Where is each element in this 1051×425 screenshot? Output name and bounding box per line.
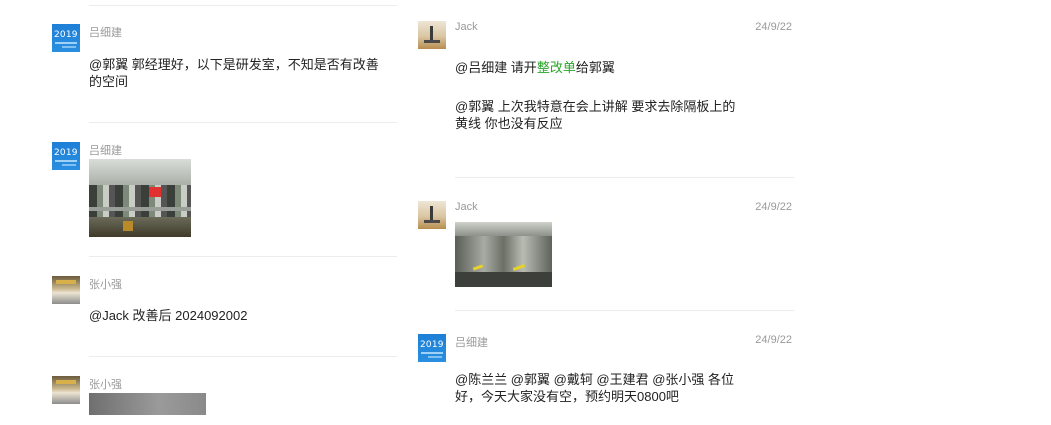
avatar-year-label: 2019 <box>420 340 444 350</box>
author-name[interactable]: 吕细建 <box>89 142 122 158</box>
author-name[interactable]: Jack <box>455 21 478 33</box>
lab-photo[interactable] <box>89 159 191 237</box>
avatar[interactable]: 2019 <box>418 334 446 362</box>
avatar[interactable] <box>418 201 446 229</box>
message-date: 24/9/22 <box>755 21 792 33</box>
message-item: 2019 吕细建 <box>52 142 400 242</box>
message-item: Jack 24/9/22 @吕细建 请开整改单给郭翼 @郭翼 上次我特意在会上讲… <box>418 21 794 151</box>
message-separator <box>455 310 794 311</box>
message-text: @吕细建 请开整改单给郭翼 <box>455 60 615 75</box>
machine-photo[interactable] <box>455 222 552 287</box>
message-date: 24/9/22 <box>755 201 792 213</box>
author-name[interactable]: 张小强 <box>89 376 122 392</box>
author-name[interactable]: 吕细建 <box>455 334 488 350</box>
message-item: 张小强 @Jack 改善后 2024092002 <box>52 276 400 326</box>
message-text: @陈兰兰 @郭翼 @戴轲 @王建君 @张小强 各位好，今天大家没有空，预约明天0… <box>455 372 735 404</box>
message-date: 24/9/22 <box>755 334 792 346</box>
avatar[interactable]: 2019 <box>52 24 80 52</box>
message-item: 2019 吕细建 24/9/22 @陈兰兰 @郭翼 @戴轲 @王建君 @张小强 … <box>418 334 794 425</box>
message-item: Jack 24/9/22 <box>418 201 794 291</box>
message-separator <box>89 122 397 123</box>
message-item: 2019 吕细建 @郭翼 郭经理好，以下是研发室，不知是否有改善的空间 <box>52 24 400 114</box>
message-separator <box>89 5 397 6</box>
avatar[interactable]: 2019 <box>52 142 80 170</box>
message-text: @郭翼 上次我特意在会上讲解 要求去除隔板上的黄线 你也没有反应 <box>455 99 736 131</box>
message-separator <box>89 356 397 357</box>
message-text: @Jack 改善后 2024092002 <box>89 308 248 323</box>
author-name[interactable]: 吕细建 <box>89 24 122 40</box>
message-separator <box>455 177 794 178</box>
avatar-year-label: 2019 <box>54 30 78 40</box>
author-name[interactable]: 张小强 <box>89 276 122 292</box>
avatar[interactable] <box>52 276 80 304</box>
message-text: @郭翼 郭经理好，以下是研发室，不知是否有改善的空间 <box>89 57 379 89</box>
message-item: 张小强 <box>52 376 400 425</box>
author-name[interactable]: Jack <box>455 201 478 213</box>
gray-photo[interactable] <box>89 393 206 415</box>
avatar[interactable] <box>52 376 80 404</box>
right-message-column: Jack 24/9/22 @吕细建 请开整改单给郭翼 @郭翼 上次我特意在会上讲… <box>418 0 794 425</box>
message-separator <box>89 256 397 257</box>
left-message-column: 2019 吕细建 @郭翼 郭经理好，以下是研发室，不知是否有改善的空间 2019… <box>52 0 400 425</box>
avatar[interactable] <box>418 21 446 49</box>
rectification-link[interactable]: 整改单 <box>537 60 576 75</box>
avatar-year-label: 2019 <box>54 148 78 158</box>
